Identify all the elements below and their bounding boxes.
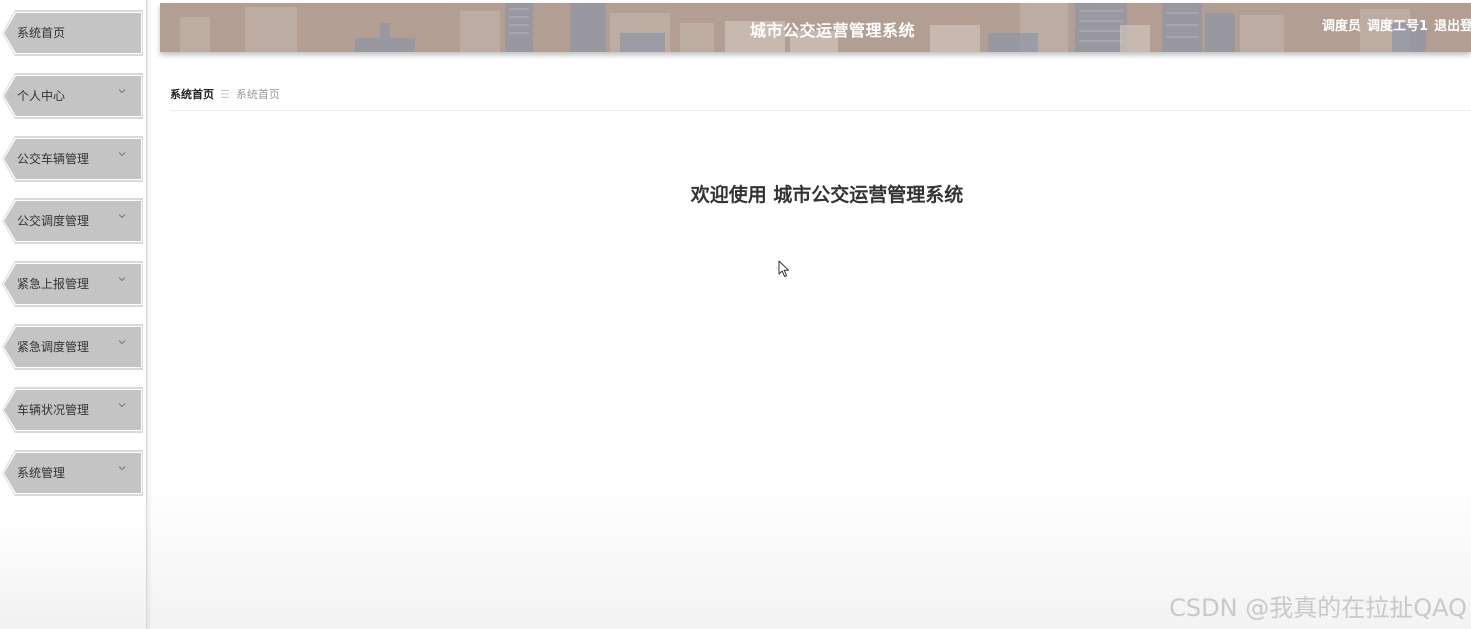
sidebar-item-label: 公交调度管理: [17, 214, 90, 228]
user-role: 调度员: [1322, 19, 1362, 34]
chevron-down-icon: [118, 466, 126, 471]
chevron-down-icon: [118, 277, 126, 282]
sidebar-item-label: 个人中心: [17, 89, 66, 103]
header-banner: 城市公交运营管理系统 调度员 调度工号1 退出登: [160, 3, 1471, 52]
sidebar-item-label: 公交车辆管理: [17, 152, 90, 166]
breadcrumb-separator-icon: ☰: [220, 88, 230, 101]
sidebar-item-label: 系统管理: [17, 466, 66, 480]
watermark: CSDN @我真的在拉扯QAQ: [1169, 594, 1467, 622]
logout-link[interactable]: 退出登: [1434, 19, 1471, 34]
sidebar-item-label: 紧急上报管理: [17, 277, 90, 291]
app-title: 城市公交运营管理系统: [750, 21, 916, 40]
sidebar-item-home[interactable]: 系统首页: [2, 10, 143, 56]
sidebar-item-label: 系统首页: [17, 26, 66, 40]
sidebar-item-emergency-report-management[interactable]: 紧急上报管理: [2, 261, 143, 307]
chevron-down-icon: [118, 89, 126, 94]
mouse-pointer-icon: [778, 260, 789, 277]
sidebar-item-bus-dispatch-management[interactable]: 公交调度管理: [2, 198, 143, 244]
chevron-down-icon: [118, 152, 126, 157]
sidebar-item-personal-center[interactable]: 个人中心: [2, 73, 143, 119]
chevron-down-icon: [118, 340, 126, 345]
welcome-heading: 欢迎使用 城市公交运营管理系统: [690, 184, 964, 206]
sidebar-item-system-management[interactable]: 系统管理: [2, 450, 143, 496]
page: 系统首页 个人中心 公交车辆管理 公交调度管理 紧急上报管理 紧急调度管理 车辆…: [0, 0, 1471, 629]
sidebar-item-label: 紧急调度管理: [17, 340, 90, 354]
sidebar-item-vehicle-condition-management[interactable]: 车辆状况管理: [2, 387, 143, 433]
sidebar-item-bus-vehicle-management[interactable]: 公交车辆管理: [2, 136, 143, 182]
sidebar-item-label: 车辆状况管理: [17, 403, 90, 417]
user-area: 调度员 调度工号1 退出登: [1322, 15, 1471, 34]
chevron-down-icon: [118, 403, 126, 408]
username: 调度工号1: [1367, 19, 1429, 34]
breadcrumb: 系统首页 ☰ 系统首页: [170, 86, 280, 102]
breadcrumb-current: 系统首页: [235, 88, 280, 101]
sidebar: 系统首页 个人中心 公交车辆管理 公交调度管理 紧急上报管理 紧急调度管理 车辆…: [0, 0, 147, 629]
chevron-down-icon: [118, 214, 126, 219]
sidebar-item-emergency-dispatch-management[interactable]: 紧急调度管理: [2, 324, 143, 370]
breadcrumb-home[interactable]: 系统首页: [170, 88, 214, 101]
breadcrumb-divider: [170, 110, 1471, 111]
